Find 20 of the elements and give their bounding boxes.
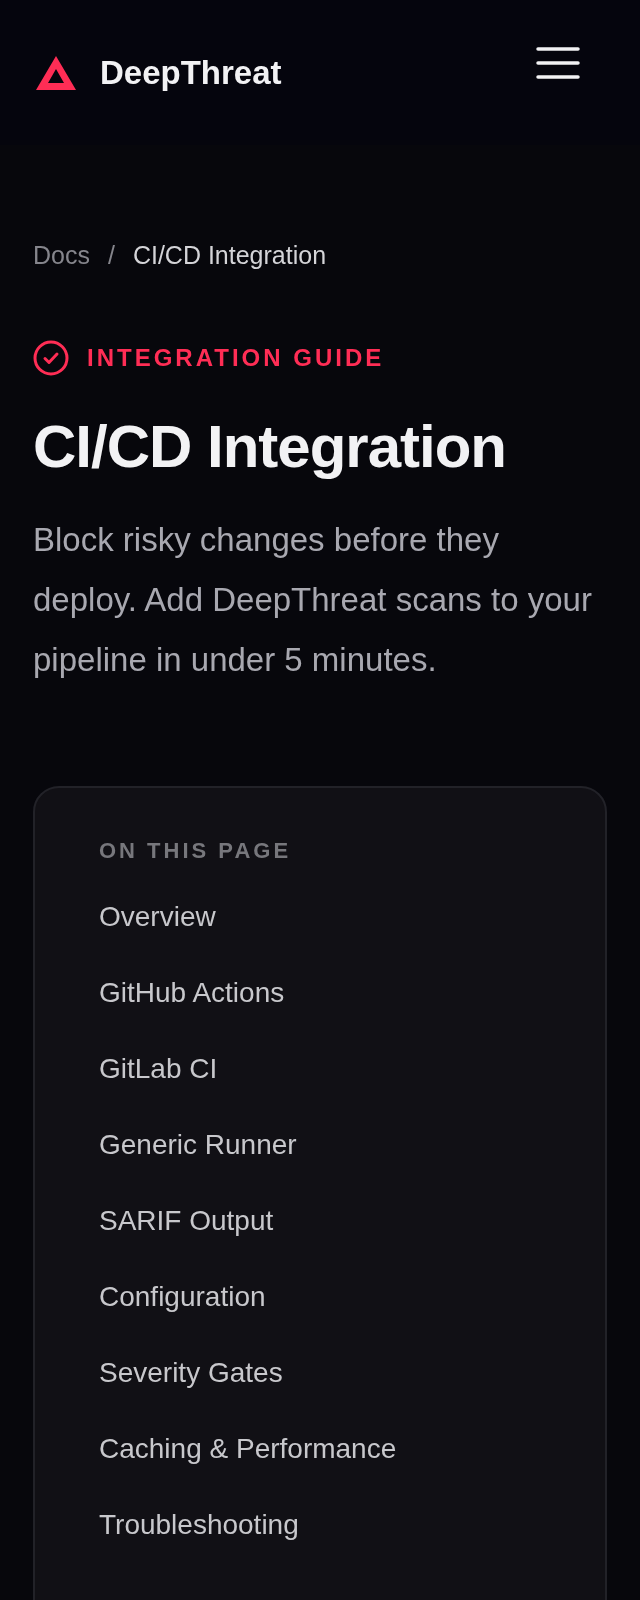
toc-link[interactable]: GitHub Actions: [99, 976, 285, 1010]
check-circle-icon: [33, 340, 69, 376]
toc-link[interactable]: Generic Runner: [99, 1128, 297, 1162]
toc-link[interactable]: Severity Gates: [99, 1356, 283, 1390]
section-label: INTEGRATION GUIDE: [87, 344, 385, 372]
toc-link[interactable]: SARIF Output: [99, 1204, 274, 1238]
brand-name[interactable]: DeepThreat: [100, 53, 282, 92]
breadcrumb-link[interactable]: Docs: [33, 241, 90, 270]
toc-link[interactable]: GitLab CI: [99, 1052, 218, 1086]
triangle-logo-icon: [36, 55, 76, 90]
toc-link[interactable]: Configuration: [99, 1280, 266, 1314]
breadcrumb-current: CI/CD Integration: [132, 241, 327, 270]
breadcrumb-separator: /: [107, 241, 115, 270]
menu-icon[interactable]: [536, 46, 580, 79]
toc-heading: ON THIS PAGE: [99, 838, 293, 864]
lead-paragraph: Block risky changes before they deploy. Add DeepThreat scans to your pipeline in under 5 minutes.: [33, 520, 593, 680]
toc-link[interactable]: Overview: [99, 900, 216, 934]
toc-link[interactable]: Caching & Performance: [99, 1432, 397, 1466]
toc-link[interactable]: Troubleshooting: [99, 1508, 299, 1542]
page-title: CI/CD Integration: [33, 414, 507, 480]
